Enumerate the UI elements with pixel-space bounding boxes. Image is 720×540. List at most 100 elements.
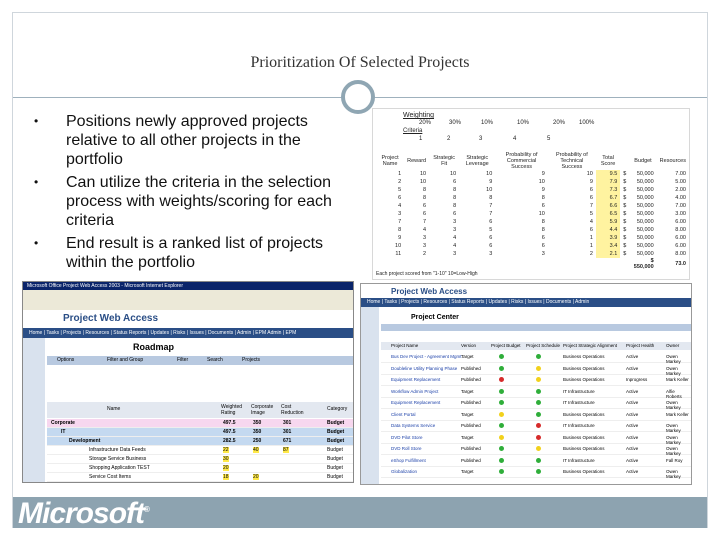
criteria-cell: 10 [395, 243, 402, 249]
schedule-status-icon [536, 411, 541, 417]
schedule-status-icon [536, 365, 541, 371]
toolbar-filter[interactable]: Filter [177, 357, 188, 363]
criteria-cell: 3 [541, 251, 545, 257]
criteria-num: 5 [547, 136, 551, 142]
project-row[interactable]: DVD Pilot Store Target Business Operations… [381, 432, 691, 445]
criteria-cell: 9 [489, 179, 493, 185]
project-link[interactable]: Bus Dev Project - Agreement Mgmt [391, 354, 462, 359]
budget-status-icon [499, 411, 504, 417]
roadmap-cell: Budget [327, 465, 343, 471]
pwa-product-name: Project Web Access [391, 287, 468, 296]
toolbar-search[interactable]: Search [207, 357, 223, 363]
criteria-cell: 2 [589, 251, 593, 257]
toolbar-options[interactable]: Options [57, 357, 74, 363]
criteria-cell: 9 [541, 171, 545, 177]
criteria-row: 7 7 3 6 8 4 5.9 $50,000 6.00 [376, 218, 689, 226]
toolbar-filter-group[interactable]: Filter and Group [107, 357, 143, 363]
project-version: Target [461, 354, 474, 359]
criteria-cell: 3 [453, 251, 457, 257]
project-link[interactable]: Equipment Replacement [391, 400, 440, 405]
criteria-cell [459, 258, 495, 270]
col-header: Budget [634, 158, 652, 164]
slide-title: Prioritization Of Selected Projects [250, 54, 470, 71]
roadmap-row[interactable]: Shopping Application TEST 20 Budget [47, 464, 353, 473]
roadmap-cell: 350 [253, 420, 262, 426]
project-alignment: Business Operations [563, 377, 605, 382]
criteria-cell: 7.9 [595, 178, 621, 186]
project-link[interactable]: DVD Roll Store [391, 446, 422, 451]
toolbar-projects[interactable]: Projects [242, 357, 260, 363]
criteria-cell: 6 [589, 195, 593, 201]
criteria-cell [404, 258, 429, 270]
criteria-cell: 8 [453, 195, 457, 201]
criteria-cell: 6 [541, 235, 545, 241]
criteria-cell: 7 [489, 203, 493, 209]
bullet-dot-icon: • [34, 114, 39, 128]
roadmap-rows: Corporate 497.5 350 301 Budget IT 497.5 350 301 B… [47, 419, 353, 482]
pwa-banner: Project Web Access [23, 310, 353, 328]
project-link[interactable]: Globalization [391, 469, 417, 474]
project-version: Published [461, 400, 481, 405]
criteria-cell: 6 [489, 243, 493, 249]
criteria-cell: 8 [453, 203, 457, 209]
project-row[interactable]: eShop Fulfillment Published IT Infrastruct… [381, 455, 691, 467]
criteria-row: 2 10 6 9 10 9 7.9 $50,000 5.00 [376, 178, 689, 186]
pwa-banner: Project Web Access [361, 284, 691, 298]
roadmap-row[interactable]: Service Cost Items 18 20 Budget [47, 473, 353, 482]
criteria-cell: $ [623, 187, 627, 193]
project-link[interactable]: Doubleline Utility Planning Phase [391, 366, 457, 371]
project-link[interactable]: Client Portal [391, 412, 416, 417]
criteria-cell: $ [623, 227, 627, 233]
criteria-cell: 2.1 [595, 250, 621, 258]
roadmap-cell: 301 [283, 420, 292, 426]
criteria-cell: 4.4 [595, 226, 621, 234]
pwa-nav[interactable]: Home | Tasks | Projects | Resources | St… [361, 298, 691, 307]
roadmap-row[interactable]: Infrastructure Data Feeds 22 40 87 Budget [47, 446, 353, 455]
col-header: Version [461, 343, 477, 348]
project-link[interactable]: DVD Pilot Store [391, 435, 423, 440]
project-alignment: Business Operations [563, 434, 605, 440]
criteria-cell: 6 [398, 195, 402, 201]
project-link[interactable]: Data Systems Service [391, 423, 435, 428]
criteria-cell: 6.6 [595, 202, 621, 210]
criteria-row: 8 4 3 5 8 6 4.4 $50,000 8.00 [376, 226, 689, 234]
project-row[interactable]: Bus Dev Project - Agreement Mgmt Target Bu… [381, 351, 691, 364]
criteria-cell: 8.00 [675, 251, 686, 257]
project-link[interactable]: Workflow Admin Project [391, 389, 438, 394]
col-category-header: Category [327, 406, 348, 412]
project-row[interactable]: Globalization Target Business Operations Ac… [381, 466, 691, 479]
logo-text: Microsoft [18, 497, 145, 530]
criteria-spreadsheet-screenshot: Weighting 20% 30% 10% 10% 20% 100% Crite… [372, 108, 690, 280]
project-row[interactable]: DVD Roll Store Published Business Operatio… [381, 443, 691, 456]
criteria-cell: 3.4 [595, 242, 621, 250]
roadmap-row[interactable]: Corporate 497.5 350 301 Budget [47, 419, 353, 428]
roadmap-cell: IT [61, 429, 66, 435]
project-row[interactable]: Workflow Admin Project Target IT Infrastru… [381, 386, 691, 399]
project-row[interactable]: Equipment Replacement Published Business O… [381, 374, 691, 386]
project-row[interactable]: Doubleline Utility Planning Phase Publish… [381, 363, 691, 376]
criteria-cell: 8 [541, 219, 545, 225]
project-link[interactable]: Equipment Replacement [391, 377, 440, 382]
budget-status-icon [499, 377, 504, 382]
pwa-nav[interactable]: Home | Tasks | Projects | Resources | St… [23, 328, 353, 338]
project-alignment: Business Operations [563, 446, 605, 451]
col-header: Project Budget [491, 343, 521, 348]
bullet-item: • Can utilize the criteria in the selecti… [34, 173, 344, 230]
criteria-row: 11 2 3 3 3 2 2.1 $50,000 8.00 [376, 250, 689, 258]
project-link[interactable]: eShop Fulfillment [391, 458, 426, 463]
roadmap-row[interactable]: Storage Service Business 30 Budget [47, 455, 353, 464]
schedule-status-icon [536, 400, 541, 405]
criteria-cell [429, 258, 459, 270]
schedule-status-icon [536, 377, 541, 382]
schedule-status-icon [536, 434, 541, 440]
project-row[interactable]: Equipment Replacement Published IT Infrast… [381, 397, 691, 410]
criteria-cell: 10 [486, 171, 493, 177]
criteria-cell: 6 [423, 203, 427, 209]
project-row[interactable]: Data Systems Service Published IT Infrastr… [381, 420, 691, 433]
roadmap-row[interactable]: Development 282.5 250 671 Budget [47, 437, 353, 446]
weight-4: 10% [517, 120, 530, 126]
view-toolbar: Options Filter and Group Filter Search P… [47, 356, 353, 365]
project-row[interactable]: Client Portal Target Business Operations Ac… [381, 409, 691, 421]
project-column-headers: Project Name Version Project Budget Proj… [381, 342, 691, 350]
roadmap-row[interactable]: IT 497.5 350 301 Budget [47, 428, 353, 437]
